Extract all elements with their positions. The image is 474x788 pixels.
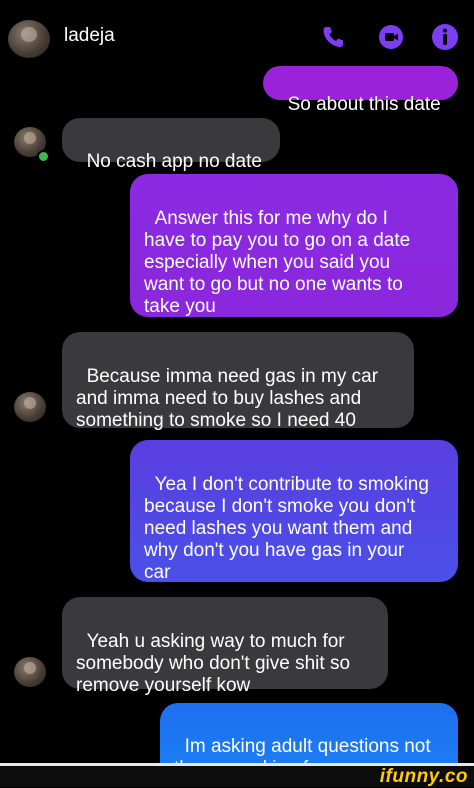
- message-bubble-incoming[interactable]: Because imma need gas in my car and imma…: [62, 332, 414, 431]
- message-bubble-outgoing[interactable]: Answer this for me why do I have to pay …: [130, 174, 458, 317]
- message-text: Yea I don't contribute to smoking becaus…: [144, 474, 429, 583]
- video-call-icon[interactable]: [376, 22, 406, 52]
- message-bubble-outgoing[interactable]: So about this date: [263, 66, 458, 115]
- message-bubble-outgoing[interactable]: Im asking adult questions not the one as…: [160, 703, 458, 779]
- contact-name[interactable]: ladeja: [64, 25, 115, 47]
- message-text: Because imma need gas in my car and imma…: [76, 366, 379, 431]
- sender-avatar[interactable]: [14, 392, 46, 422]
- watermark-logo: ifunny.co: [379, 766, 468, 787]
- message-bubble-outgoing[interactable]: Yea I don't contribute to smoking becaus…: [130, 440, 458, 583]
- message-bubble-incoming[interactable]: Yeah u asking way to much for somebody w…: [62, 597, 388, 696]
- message-text: Answer this for me why do I have to pay …: [144, 208, 411, 317]
- watermark-bar: ifunny.co: [0, 766, 474, 787]
- message-bubble-incoming[interactable]: No cash app no date: [62, 118, 280, 172]
- message-text: So about this date: [287, 94, 441, 115]
- message-text: No cash app no date: [86, 151, 262, 172]
- sender-avatar[interactable]: [14, 657, 46, 687]
- conversation-header: ladeja: [0, 0, 474, 66]
- message-text: Yeah u asking way to much for somebody w…: [76, 631, 351, 696]
- phone-icon[interactable]: [318, 22, 348, 52]
- contact-avatar[interactable]: [8, 20, 50, 58]
- online-status-dot: [37, 150, 50, 163]
- info-icon[interactable]: [430, 22, 460, 52]
